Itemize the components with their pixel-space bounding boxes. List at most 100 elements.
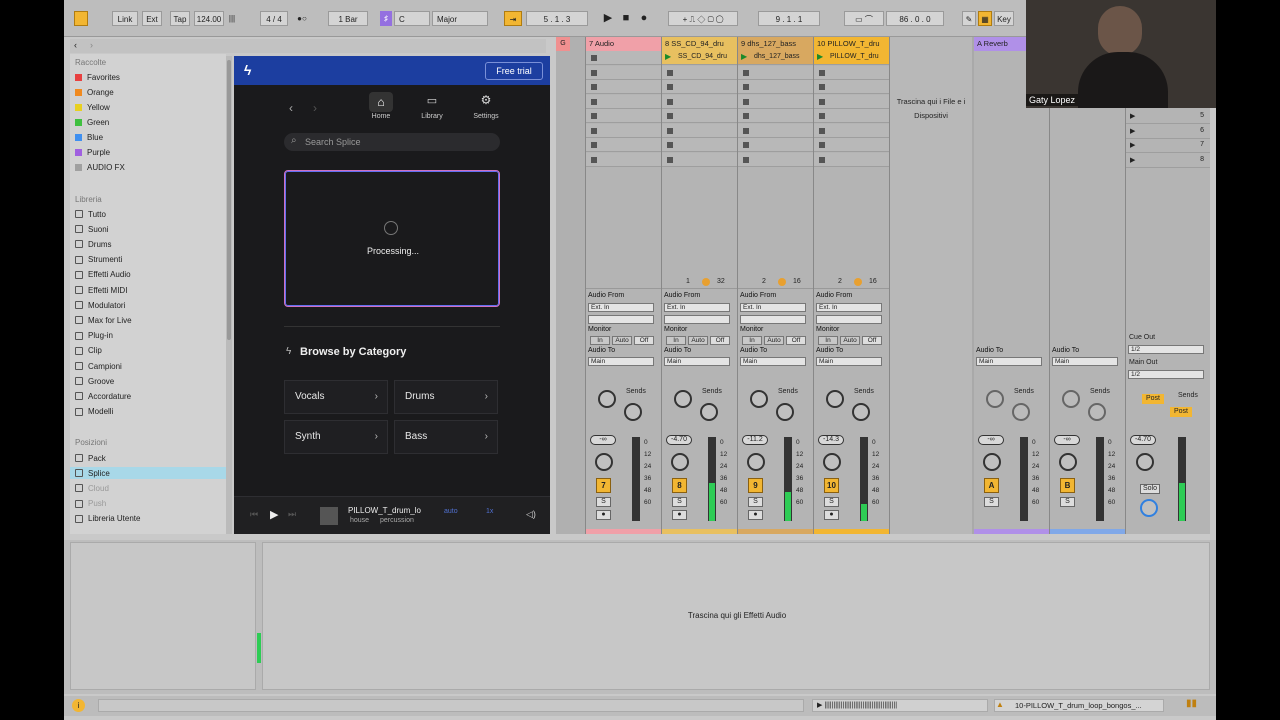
library-item-1[interactable]: Suoni: [75, 223, 108, 235]
clip-slot[interactable]: [586, 123, 661, 138]
monitor-off-button[interactable]: Off: [786, 336, 806, 345]
stop-button-icon[interactable]: [819, 127, 825, 134]
input-channel-select[interactable]: [816, 315, 882, 324]
clip-slot[interactable]: [586, 152, 661, 167]
track-activator[interactable]: 10: [824, 478, 839, 493]
library-item-10[interactable]: Campioni: [75, 360, 122, 372]
stop-icon[interactable]: ■: [620, 11, 632, 26]
monitor-in-button[interactable]: In: [666, 336, 686, 345]
song-position[interactable]: 5 . 1 . 3: [526, 11, 588, 26]
stop-button-icon[interactable]: [591, 98, 597, 105]
link-button[interactable]: Link: [112, 11, 138, 26]
post-button-2[interactable]: Post: [1170, 407, 1192, 417]
track-volume[interactable]: -11.2: [742, 435, 768, 445]
input-channel-select[interactable]: [664, 315, 730, 324]
clip-play-icon[interactable]: ▶: [741, 52, 747, 61]
library-item-6[interactable]: Modulatori: [75, 299, 125, 311]
forward-chevron-icon[interactable]: ›: [313, 101, 317, 115]
category-bass[interactable]: Bass ›: [394, 420, 498, 454]
clip-slot[interactable]: [814, 109, 889, 123]
next-icon[interactable]: ⏭: [288, 509, 296, 520]
effects-dropzone[interactable]: Trascina qui gli Effetti Audio: [262, 542, 1210, 690]
send-b-knob[interactable]: [624, 403, 642, 421]
library-folder-icon[interactable]: ▭: [420, 94, 444, 107]
stop-button-icon[interactable]: [819, 98, 825, 105]
send-b-knob[interactable]: [776, 403, 794, 421]
clip-slot[interactable]: [586, 80, 661, 94]
send-a-knob[interactable]: [598, 390, 616, 408]
audio-to-select[interactable]: Main: [588, 357, 654, 366]
clip-slot[interactable]: [738, 94, 813, 109]
place-item-1[interactable]: Splice: [70, 467, 226, 480]
clip-play-icon[interactable]: ▶: [817, 52, 823, 61]
return-volume[interactable]: -∞: [978, 435, 1004, 445]
clip-slot[interactable]: [662, 94, 737, 109]
stop-button-icon[interactable]: [667, 98, 673, 105]
clip-slot[interactable]: [662, 138, 737, 152]
monitor-auto-button[interactable]: Auto: [688, 336, 708, 345]
arm-button[interactable]: ●: [672, 510, 687, 520]
audio-to-select[interactable]: Main: [740, 357, 806, 366]
monitor-in-button[interactable]: In: [590, 336, 610, 345]
track-volume[interactable]: -∞: [590, 435, 616, 445]
menu-icon[interactable]: [74, 11, 88, 26]
forward-arrow-icon[interactable]: ›: [90, 40, 93, 50]
clip-slot[interactable]: [586, 65, 661, 80]
master-pan-knob[interactable]: [1136, 453, 1154, 471]
solo-button[interactable]: S: [1060, 497, 1075, 507]
send-b-knob[interactable]: [1012, 403, 1030, 421]
clip-slot[interactable]: [814, 65, 889, 80]
track-header[interactable]: 9 dhs_127_bass: [738, 37, 813, 51]
stop-button-icon[interactable]: [743, 113, 749, 119]
monitor-auto-button[interactable]: Auto: [840, 336, 860, 345]
monitor-off-button[interactable]: Off: [710, 336, 730, 345]
monitor-off-button[interactable]: Off: [862, 336, 882, 345]
scene-launch[interactable]: ▶ 7: [1126, 139, 1210, 153]
cue-out-select[interactable]: 1/2: [1128, 345, 1204, 354]
library-nav-label[interactable]: Library: [412, 113, 452, 120]
stop-button-icon[interactable]: [591, 113, 597, 119]
scene-play-icon[interactable]: ▶: [1130, 156, 1135, 164]
scene-launch[interactable]: ▶ 8: [1126, 154, 1210, 168]
library-item-13[interactable]: Modelli: [75, 406, 113, 418]
solo-button[interactable]: S: [596, 497, 611, 507]
clip-slot[interactable]: [738, 138, 813, 152]
pan-knob[interactable]: [595, 453, 613, 471]
volume-icon[interactable]: ◁): [526, 509, 536, 520]
clip-slot[interactable]: [814, 152, 889, 167]
group-header[interactable]: G: [556, 37, 570, 51]
send-a-knob[interactable]: [986, 390, 1004, 408]
library-item-8[interactable]: Plug-in: [75, 330, 113, 342]
stop-button-icon[interactable]: [667, 113, 673, 119]
scene-play-icon[interactable]: ▶: [1130, 141, 1135, 149]
follow-icon[interactable]: ⇥: [504, 11, 522, 26]
library-item-11[interactable]: Groove: [75, 375, 114, 387]
back-chevron-icon[interactable]: ‹: [289, 101, 293, 115]
solo-button[interactable]: Solo: [1140, 484, 1160, 494]
library-item-9[interactable]: Clip: [75, 345, 102, 357]
arm-button[interactable]: ●: [824, 510, 839, 520]
settings-nav-label[interactable]: Settings: [466, 113, 506, 120]
stop-button-icon[interactable]: [591, 156, 597, 163]
clip-slot[interactable]: [662, 65, 737, 80]
scale-select[interactable]: Major: [432, 11, 488, 26]
scene-play-icon[interactable]: ▶: [1130, 127, 1135, 135]
audio-from-select[interactable]: Ext. In: [664, 303, 730, 312]
settings-gear-icon[interactable]: ⚙: [474, 93, 498, 107]
key-select[interactable]: auto: [444, 508, 458, 515]
drop-area[interactable]: Trascina qui i File e i Dispositivi: [890, 37, 972, 534]
stop-button-icon[interactable]: [743, 156, 749, 163]
clip-slot[interactable]: [662, 123, 737, 138]
solo-button[interactable]: S: [672, 497, 687, 507]
stop-button-icon[interactable]: [667, 142, 673, 148]
stop-button-icon[interactable]: [591, 55, 597, 61]
pan-knob[interactable]: [1059, 453, 1077, 471]
library-item-4[interactable]: Effetti Audio: [75, 269, 131, 281]
category-drums[interactable]: Drums ›: [394, 380, 498, 414]
clip-slot[interactable]: PILLOW_T_dru ▶: [814, 51, 889, 65]
category-synth[interactable]: Synth ›: [284, 420, 388, 454]
send-a-knob[interactable]: [1062, 390, 1080, 408]
return-activator[interactable]: B: [1060, 478, 1075, 493]
ext-sync-button[interactable]: Ext: [142, 11, 162, 26]
pan-knob[interactable]: [983, 453, 1001, 471]
